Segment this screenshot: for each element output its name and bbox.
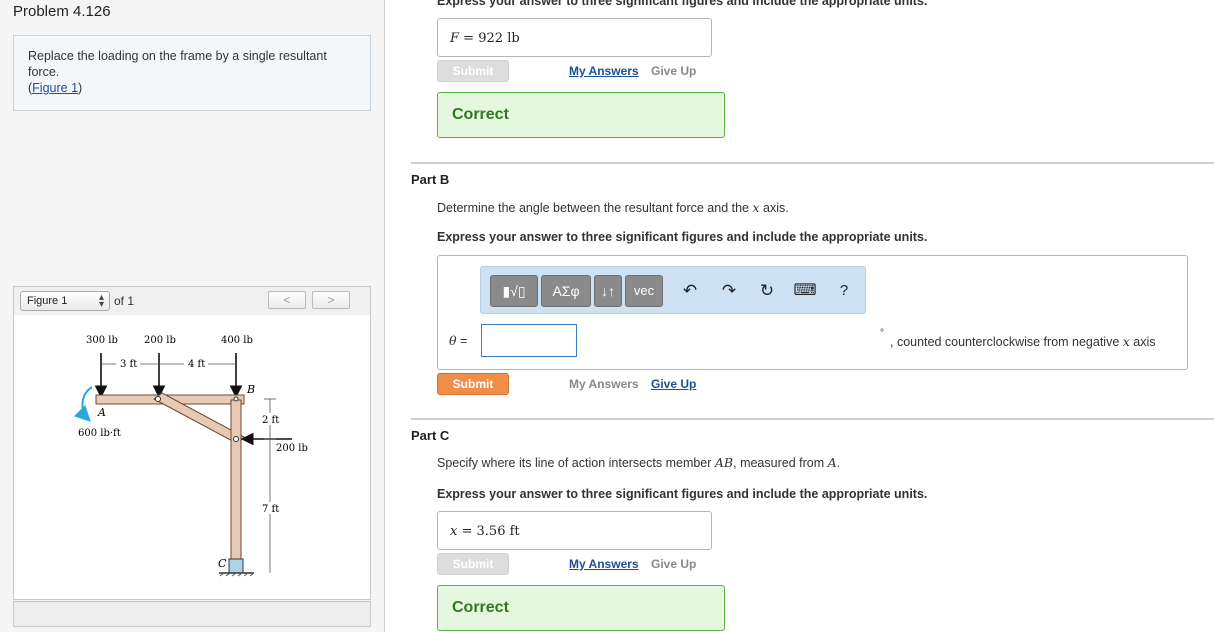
part-b-my-answers-link[interactable]: My Answers [569, 377, 639, 391]
degree-symbol: ° [880, 328, 884, 339]
part-b-instruction: Express your answer to three significant… [437, 230, 928, 244]
keyboard-icon[interactable]: ⌨ [792, 277, 818, 305]
part-b-divider [411, 162, 1214, 164]
force-400-label: 400 lb [221, 335, 253, 346]
part-a-value: 922 [478, 31, 504, 46]
vec-button[interactable]: vec [625, 275, 663, 307]
figure-canvas: 300 lb 200 lb 400 lb 3 ft 4 ft A B C 600… [13, 315, 371, 600]
part-c-divider [411, 418, 1214, 420]
part-b-give-up-link[interactable]: Give Up [651, 377, 696, 391]
figure-toolbar: Figure 1 ▴ ▾ of 1 < > [13, 286, 371, 316]
part-a-instruction: Express your answer to three significant… [437, 0, 928, 8]
figure-count: of 1 [114, 294, 135, 308]
part-a-give-up-link[interactable]: Give Up [651, 64, 696, 78]
part-b-question: Determine the angle between the resultan… [437, 200, 789, 215]
support-C [228, 558, 244, 574]
help-icon[interactable]: ? [831, 277, 857, 305]
point-B-label: B [246, 383, 255, 396]
part-a-correct-banner: Correct [437, 92, 725, 138]
part-c-unit: ft [509, 524, 520, 539]
part-c-value: 3.56 [476, 524, 506, 539]
problem-statement-box: Replace the loading on the frame by a si… [13, 35, 371, 111]
part-c-correct-banner: Correct [437, 585, 725, 631]
part-c-eq: = [461, 524, 473, 539]
pin-1 [155, 396, 161, 402]
part-a-var: F [450, 31, 460, 46]
figure-link[interactable]: Figure 1 [32, 81, 78, 95]
dim-2ft-label: 2 ft [262, 415, 279, 426]
figure-link-line: (Figure 1) [28, 80, 356, 96]
part-c-var: x [450, 524, 458, 539]
part-a-answer-field[interactable]: F = 922 lb [437, 18, 712, 57]
figure-select[interactable]: Figure 1 ▴ ▾ [20, 291, 110, 311]
part-c-submit-button[interactable]: Submit [437, 553, 509, 575]
dim-4ft-label: 4 ft [188, 359, 205, 370]
prev-figure-button[interactable]: < [268, 291, 306, 309]
theta-label: θ = [449, 333, 468, 348]
part-b-submit-button[interactable]: Submit [437, 373, 509, 395]
pin-2 [233, 436, 239, 442]
paren-close: ) [78, 81, 83, 95]
point-C-label: C [218, 557, 227, 570]
part-a-my-answers-link[interactable]: My Answers [569, 64, 639, 78]
sub-sup-button[interactable]: ↓↑ [594, 275, 622, 307]
dim-7ft-label: 7 ft [262, 504, 279, 515]
next-figure-button[interactable]: > [312, 291, 350, 309]
pin-B [233, 396, 239, 402]
part-a-submit-button[interactable]: Submit [437, 60, 509, 82]
dim-3ft-label: 3 ft [120, 359, 137, 370]
part-a-eq: = [463, 31, 475, 46]
force-200-label: 200 lb [144, 335, 176, 346]
problem-pane: Problem 4.126 Replace the loading on the… [0, 0, 385, 632]
force-300-label: 300 lb [86, 335, 118, 346]
part-c-question: Specify where its line of action interse… [437, 455, 841, 470]
angle-suffix: , counted counterclockwise from negative… [890, 334, 1156, 349]
moment-arrow [73, 386, 93, 422]
greek-button[interactable]: ΑΣφ [541, 275, 591, 307]
figure-select-value: Figure 1 [27, 295, 68, 307]
part-c-my-answers-link[interactable]: My Answers [569, 557, 639, 571]
undo-icon[interactable]: ↶ [677, 277, 703, 305]
moment-label: 600 lb·ft [78, 428, 121, 439]
part-c-title: Part C [411, 428, 450, 443]
part-c-give-up-link[interactable]: Give Up [651, 557, 696, 571]
theta-input[interactable] [481, 324, 577, 357]
select-arrows-icon: ▴ ▾ [98, 292, 104, 310]
problem-title: Problem 4.126 [13, 3, 111, 20]
point-A-label: A [97, 406, 106, 419]
part-a-unit: lb [507, 31, 520, 46]
part-c-instruction: Express your answer to three significant… [437, 487, 928, 501]
math-toolbar: ▮√▯ ΑΣφ ↓↑ vec ↶ ↷ ↻ ⌨ ? [480, 266, 866, 314]
templates-button[interactable]: ▮√▯ [490, 275, 538, 307]
redo-icon[interactable]: ↷ [716, 277, 742, 305]
column-BC [230, 399, 242, 561]
part-c-answer-field[interactable]: x = 3.56 ft [437, 511, 712, 550]
frame-diagram: 300 lb 200 lb 400 lb 3 ft 4 ft A B C 600… [73, 335, 308, 577]
force-200-horizontal-label: 200 lb [276, 443, 308, 454]
problem-statement: Replace the loading on the frame by a si… [28, 49, 327, 79]
reset-icon[interactable]: ↻ [754, 277, 780, 305]
figure-footer [13, 601, 371, 627]
part-b-title: Part B [411, 172, 450, 187]
